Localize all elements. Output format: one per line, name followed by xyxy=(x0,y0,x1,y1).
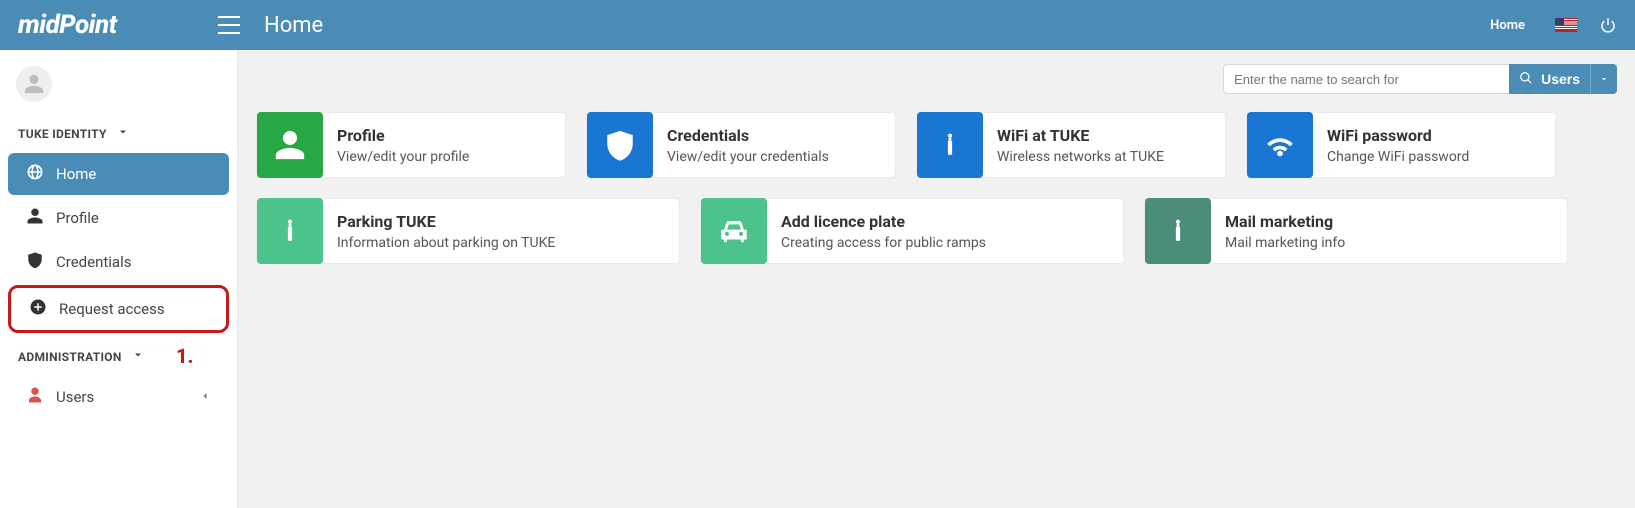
card-wifi-tuke[interactable]: WiFi at TUKE Wireless networks at TUKE xyxy=(916,112,1226,178)
sidebar-section-admin[interactable]: ADMINISTRATION xyxy=(0,335,237,374)
breadcrumb[interactable]: Home xyxy=(1490,18,1525,33)
search-bar: Users xyxy=(256,64,1617,94)
sidebar-item-label: Profile xyxy=(56,209,99,227)
card-parking[interactable]: Parking TUKE Information about parking o… xyxy=(256,198,680,264)
brand-logo: midPoint xyxy=(18,10,218,40)
sidebar-item-label: Users xyxy=(56,388,94,406)
search-type-label: Users xyxy=(1541,71,1580,87)
sidebar-item-label: Request access xyxy=(59,300,165,318)
car-icon xyxy=(701,198,767,264)
card-desc: Wireless networks at TUKE xyxy=(997,149,1164,165)
info-icon xyxy=(257,198,323,264)
shield-icon xyxy=(587,112,653,178)
search-type-dropdown[interactable] xyxy=(1590,64,1617,94)
chevron-down-icon xyxy=(117,126,129,141)
search-input[interactable] xyxy=(1223,64,1509,94)
card-mail-marketing[interactable]: Mail marketing Mail marketing info xyxy=(1144,198,1568,264)
shield-icon xyxy=(26,251,44,273)
search-icon xyxy=(1519,71,1533,88)
wifi-icon xyxy=(1247,112,1313,178)
page-title: Home xyxy=(264,13,323,38)
card-title: Add licence plate xyxy=(781,212,986,231)
avatar[interactable] xyxy=(16,66,52,102)
sidebar-item-credentials[interactable]: Credentials xyxy=(8,241,229,283)
card-desc: Mail marketing info xyxy=(1225,235,1345,251)
card-wifi-password[interactable]: WiFi password Change WiFi password xyxy=(1246,112,1556,178)
dashboard-cards: Profile View/edit your profile Credentia… xyxy=(256,112,1617,264)
card-desc: Change WiFi password xyxy=(1327,149,1469,165)
sidebar-item-label: Home xyxy=(56,165,96,183)
annotation-marker: 1. xyxy=(176,344,193,368)
search-type-button[interactable]: Users xyxy=(1509,64,1590,94)
chevron-left-icon xyxy=(199,388,211,406)
sidebar: TUKE IDENTITY Home Profile Credentials R… xyxy=(0,50,238,508)
card-title: Credentials xyxy=(667,126,829,145)
menu-toggle-icon[interactable] xyxy=(218,16,240,34)
info-icon xyxy=(917,112,983,178)
chevron-down-icon xyxy=(132,349,144,364)
card-title: WiFi at TUKE xyxy=(997,126,1164,145)
sidebar-item-profile[interactable]: Profile xyxy=(8,197,229,239)
caret-down-icon xyxy=(1599,72,1609,87)
plus-circle-icon xyxy=(29,298,47,320)
card-profile[interactable]: Profile View/edit your profile xyxy=(256,112,566,178)
card-credentials[interactable]: Credentials View/edit your credentials xyxy=(586,112,896,178)
locale-flag-icon[interactable] xyxy=(1555,18,1577,32)
main-content: Users Profile View/edit your profile Cre… xyxy=(238,50,1635,508)
card-desc: Creating access for public ramps xyxy=(781,235,986,251)
user-icon xyxy=(26,386,44,408)
sidebar-item-request-access[interactable]: Request access xyxy=(8,285,229,333)
globe-icon xyxy=(26,163,44,185)
sidebar-item-label: Credentials xyxy=(56,253,131,271)
card-desc: Information about parking on TUKE xyxy=(337,235,555,251)
sidebar-item-home[interactable]: Home xyxy=(8,153,229,195)
card-title: Parking TUKE xyxy=(337,212,555,231)
card-title: Mail marketing xyxy=(1225,212,1345,231)
card-title: WiFi password xyxy=(1327,126,1469,145)
person-icon xyxy=(26,207,44,229)
card-licence-plate[interactable]: Add licence plate Creating access for pu… xyxy=(700,198,1124,264)
sidebar-section-label: ADMINISTRATION xyxy=(18,350,122,364)
card-desc: View/edit your profile xyxy=(337,149,469,165)
header: midPoint Home Home xyxy=(0,0,1635,50)
sidebar-section-label: TUKE IDENTITY xyxy=(18,127,107,141)
card-title: Profile xyxy=(337,126,469,145)
sidebar-item-users[interactable]: Users xyxy=(8,376,229,418)
person-icon xyxy=(257,112,323,178)
card-desc: View/edit your credentials xyxy=(667,149,829,165)
power-icon[interactable] xyxy=(1599,16,1617,34)
info-icon xyxy=(1145,198,1211,264)
sidebar-section-identity[interactable]: TUKE IDENTITY xyxy=(0,112,237,151)
